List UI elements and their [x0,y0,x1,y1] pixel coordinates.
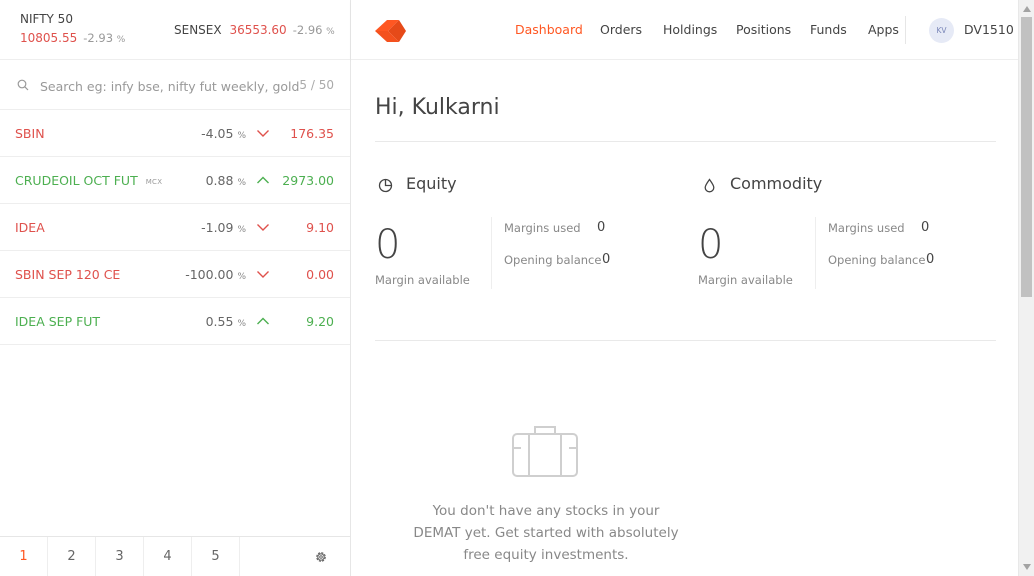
instrument-name: IDEA SEP FUT [15,314,101,329]
search-icon [17,79,29,91]
instrument-change: 0.88 % [205,173,246,188]
equity-opening-balance-label: Opening balance [504,253,602,267]
watchlist-tab-4[interactable]: 4 [144,537,192,576]
commodity-margins-used-label: Margins used [828,221,905,235]
commodity-opening-balance-value: 0 [926,252,935,267]
nav-apps[interactable]: Apps [868,22,899,37]
dashboard-content: Hi, Kulkarni Equity 0 Margin available M… [351,60,1018,576]
scroll-up-arrow-icon[interactable] [1022,5,1032,13]
drop-icon [704,178,715,193]
index-sensex[interactable]: SENSEX 36553.60 -2.96 % [174,23,335,37]
page-title: Hi, Kulkarni [375,95,500,120]
equity-margin-available-value: 0 [375,222,401,268]
chevron-down-icon [257,130,269,137]
instrument-name: SBIN SEP 120 CE [15,267,121,282]
watchlist-item[interactable]: IDEA SEP FUT 0.55 % 9.20 [0,298,350,345]
segment-title-equity: Equity [406,174,457,193]
instrument-price: 0.00 [306,267,334,282]
watchlist-count: 5 / 50 [299,78,334,92]
chevron-down-icon [257,224,269,231]
chevron-up-icon [257,176,269,184]
index-value: 10805.55 [20,31,78,45]
watchlist-tab-5[interactable]: 5 [192,537,240,576]
divider [815,217,816,289]
commodity-margin-available-label: Margin available [698,273,793,287]
gear-icon[interactable] [314,550,328,564]
instrument-name: IDEA [15,220,45,235]
commodity-margin-available-value: 0 [698,222,724,268]
watchlist-item[interactable]: CRUDEOIL OCT FUT MCX 0.88 % 2973.00 [0,157,350,204]
instrument-change: -4.05 % [201,126,246,141]
kite-logo[interactable] [375,20,407,42]
empty-holdings-message: You don't have any stocks in your DEMAT … [413,503,679,563]
watchlist-item[interactable]: IDEA -1.09 % 9.10 [0,204,350,251]
top-navigation: Dashboard Orders Holdings Positions Fund… [351,0,1018,60]
instrument-price: 9.20 [306,314,334,329]
scroll-down-arrow-icon[interactable] [1022,563,1032,571]
nav-holdings[interactable]: Holdings [663,22,717,37]
briefcase-icon [512,426,578,477]
chevron-up-icon [257,317,269,325]
exchange-tag: MCX [145,177,163,186]
scrollbar-thumb[interactable] [1021,17,1032,297]
watchlist-item[interactable]: SBIN -4.05 % 176.35 [0,110,350,157]
nav-separator [905,16,906,44]
segment-title-commodity: Commodity [730,174,823,193]
instrument-change: -1.09 % [201,220,246,235]
commodity-opening-balance-label: Opening balance [828,253,926,267]
watchlist-pager: 1 2 3 4 5 [0,536,350,576]
chevron-down-icon [257,271,269,278]
instrument-name: SBIN [15,126,45,141]
equity-margin-available-label: Margin available [375,273,470,287]
nav-positions[interactable]: Positions [736,22,791,37]
pie-chart-icon [378,178,393,193]
user-id[interactable]: DV1510 [964,22,1014,37]
nav-orders[interactable]: Orders [600,22,642,37]
avatar[interactable]: KV [929,18,954,43]
marketwatch-panel: NIFTY 50 10805.55 -2.93 % SENSEX 36553.60… [0,0,351,576]
equity-opening-balance-value: 0 [602,252,611,267]
equity-margins-used-value: 0 [597,220,606,235]
indices-bar: NIFTY 50 10805.55 -2.93 % SENSEX 36553.60… [0,0,350,60]
instrument-change: -100.00 % [185,267,246,282]
nav-funds[interactable]: Funds [810,22,847,37]
instrument-price: 9.10 [306,220,334,235]
index-value: 36553.60 [229,23,287,37]
index-name: SENSEX [174,23,222,37]
equity-margins-used-label: Margins used [504,221,581,235]
instrument-change: 0.55 % [205,314,246,329]
index-change-unit: % [116,35,126,45]
watchlist-tab-1[interactable]: 1 [0,537,48,576]
index-change: -2.96 [292,23,323,37]
divider [491,217,492,289]
instrument-price: 2973.00 [282,173,334,188]
divider [375,340,996,341]
index-nifty[interactable]: NIFTY 50 10805.55 -2.93 % [20,12,125,45]
search-bar: 5 / 50 [0,60,350,110]
watchlist-item[interactable]: SBIN SEP 120 CE -100.00 % 0.00 [0,251,350,298]
watchlist-tab-3[interactable]: 3 [96,537,144,576]
watchlist-tab-2[interactable]: 2 [48,537,96,576]
index-change-unit: % [326,27,335,37]
page-scrollbar[interactable] [1018,0,1034,576]
instrument-name: CRUDEOIL OCT FUT MCX [15,173,163,188]
nav-dashboard[interactable]: Dashboard [515,22,583,37]
commodity-margins-used-value: 0 [921,220,930,235]
search-input[interactable] [40,75,302,97]
divider [375,141,996,142]
instrument-price: 176.35 [290,126,334,141]
index-change: -2.93 [83,31,114,45]
index-name: NIFTY 50 [20,12,73,26]
